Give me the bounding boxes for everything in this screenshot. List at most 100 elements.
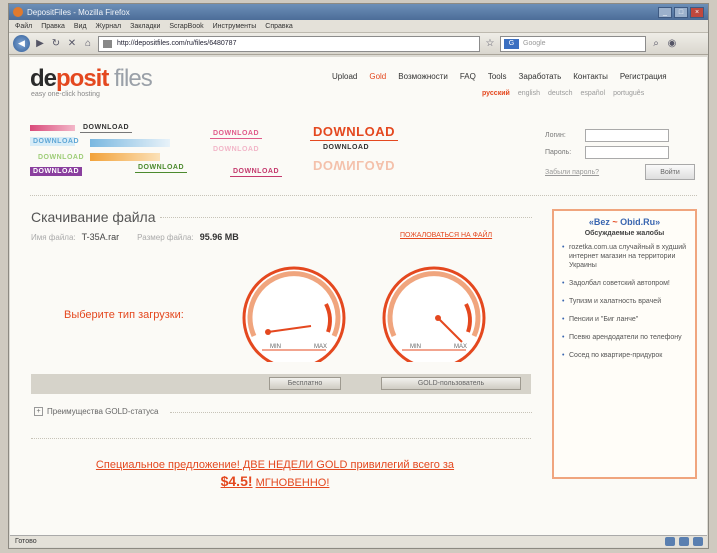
lang-russian[interactable]: русский: [482, 90, 510, 97]
banner-stripe: [90, 139, 170, 147]
download-type-bar: Бесплатно GOLD-пользователь: [31, 374, 531, 394]
nav-contacts[interactable]: Контакты: [573, 72, 608, 81]
gauge-pivot: [265, 329, 271, 335]
free-download-button[interactable]: Бесплатно: [269, 377, 341, 390]
lang-portuguese[interactable]: português: [613, 90, 644, 97]
login-input[interactable]: [585, 129, 669, 142]
sidebar-brand[interactable]: «Bez ~ Obid.Ru»: [561, 217, 688, 227]
banner-word: DOWNLOAD: [30, 167, 82, 176]
complaint-link[interactable]: Тупизм и халатность врачей: [561, 297, 688, 306]
menu-tools[interactable]: Инструменты: [213, 23, 257, 30]
lang-english[interactable]: english: [518, 90, 540, 97]
banner-word: DOWNLOAD: [135, 163, 187, 173]
banner-word: DOWNLOAD: [230, 167, 282, 177]
stop-icon[interactable]: ✕: [66, 38, 78, 49]
site-icon: [103, 39, 112, 48]
gold-advantages-label: Преимущества GOLD-статуса: [47, 407, 159, 416]
maximize-button[interactable]: □: [674, 6, 688, 18]
banner-word-reflection: DOWNLOAD: [313, 158, 395, 173]
search-input[interactable]: G Google: [500, 35, 646, 52]
login-button[interactable]: Войти: [645, 164, 695, 180]
lang-german[interactable]: deutsch: [548, 90, 573, 97]
complaint-link[interactable]: Задолбал советский автопром!: [561, 279, 688, 288]
close-button[interactable]: ×: [690, 6, 704, 18]
depositfiles-logo[interactable]: deposit files: [30, 65, 153, 93]
status-bar: Готово: [10, 535, 707, 547]
complaint-link[interactable]: Пенсии и "Биг ланче": [561, 315, 688, 324]
choose-download-type-label: Выберите тип загрузки:: [64, 309, 184, 321]
gold-advantages-toggle[interactable]: + Преимущества GOLD-статуса: [34, 407, 158, 416]
report-file-link[interactable]: ПОЖАЛОВАТЬСЯ НА ФАЙЛ: [400, 232, 492, 239]
complaint-link[interactable]: Сосед по квартире-придурок: [561, 351, 688, 360]
banner-word: DOWNLOAD: [210, 129, 262, 139]
free-speed-gauge: MIN MAX: [242, 266, 346, 362]
banner-stripe: [90, 153, 160, 161]
gold-download-button[interactable]: GOLD-пользователь: [381, 377, 521, 390]
menu-bar: Файл Правка Вид Журнал Закладки ScrapBoo…: [9, 20, 708, 33]
menu-history[interactable]: Журнал: [96, 23, 122, 30]
banner-word: DOWNLOAD: [38, 154, 84, 161]
page-title: Скачивание файла: [31, 209, 156, 225]
special-offer[interactable]: Специальное предложение! ДВЕ НЕДЕЛИ GOLD…: [40, 457, 510, 491]
gauge-max-label: MAX: [314, 344, 327, 350]
nav-gold[interactable]: Gold: [369, 72, 386, 81]
complaint-link[interactable]: Псевю арендодатели по телефону: [561, 333, 688, 342]
bookmark-star-icon[interactable]: ☆: [484, 38, 496, 49]
reload-icon[interactable]: ↻: [50, 38, 62, 49]
gauge-pivot: [435, 315, 441, 321]
filesize-value: 95.96 MB: [199, 232, 239, 242]
status-icon[interactable]: [693, 537, 703, 546]
nav-register[interactable]: Регистрация: [620, 72, 667, 81]
status-icon[interactable]: [665, 537, 675, 546]
status-text: Готово: [15, 538, 37, 545]
home-icon[interactable]: ⌂: [82, 38, 94, 49]
navigation-toolbar: ◀ ▶ ↻ ✕ ⌂ http://depositfiles.com/ru/fil…: [9, 33, 708, 55]
google-icon: G: [504, 38, 519, 49]
menu-scrapbook[interactable]: ScrapBook: [169, 23, 203, 30]
nav-tools[interactable]: Tools: [488, 72, 507, 81]
file-info: Имя файла: T-35A.rar Размер файла: 95.96…: [31, 232, 239, 242]
menu-edit[interactable]: Правка: [41, 23, 65, 30]
address-bar[interactable]: http://depositfiles.com/ru/files/6480787: [98, 35, 480, 52]
password-input[interactable]: [585, 146, 669, 159]
nav-upload[interactable]: Upload: [332, 72, 357, 81]
offer-text: Специальное предложение! ДВЕ НЕДЕЛИ GOLD…: [95, 459, 455, 471]
language-switcher: русский english deutsch español portuguê…: [482, 90, 644, 97]
banner-word-large: DOWNLOAD: [310, 123, 398, 141]
addon-icon[interactable]: ◉: [666, 38, 678, 49]
nav-earn[interactable]: Заработать: [519, 72, 562, 81]
login-form: Логин: Пароль: Забыли пароль? Войти: [545, 127, 695, 180]
gauge-min-label: MIN: [410, 344, 421, 350]
complaint-link[interactable]: rozetka.com.ua случайный в худший интерн…: [561, 243, 688, 270]
sidebar-subtitle: Обсуждаемые жалобы: [584, 230, 665, 237]
menu-file[interactable]: Файл: [15, 23, 32, 30]
menu-bookmarks[interactable]: Закладки: [130, 23, 160, 30]
divider: [160, 217, 532, 218]
nav-faq[interactable]: FAQ: [460, 72, 476, 81]
nav-features[interactable]: Возможности: [398, 72, 448, 81]
minimize-button[interactable]: _: [658, 6, 672, 18]
filename-value: T-35A.rar: [81, 232, 120, 242]
banner-stripe: [30, 125, 75, 131]
tagline: easy one-click hosting: [31, 91, 100, 98]
menu-view[interactable]: Вид: [74, 23, 87, 30]
logo-part-a: de: [30, 65, 57, 92]
search-go-icon[interactable]: ⌕: [650, 38, 662, 49]
title-bar: DepositFiles - Mozilla Firefox _ □ ×: [9, 4, 708, 20]
forgot-password-link[interactable]: Забыли пароль?: [545, 169, 599, 176]
gauge-max-label: MAX: [454, 344, 467, 350]
login-label: Логин:: [545, 132, 566, 139]
banner-word: DOWNLOAD: [80, 123, 132, 133]
status-icon[interactable]: [679, 537, 689, 546]
expand-plus-icon: +: [34, 407, 43, 416]
browser-window: DepositFiles - Mozilla Firefox _ □ × Фай…: [8, 3, 709, 549]
forward-icon[interactable]: ▶: [34, 38, 46, 49]
brand-part-b: ~: [609, 217, 621, 227]
banner-word: DOWNLOAD: [323, 144, 369, 151]
divider: [31, 438, 531, 439]
lang-spanish[interactable]: español: [581, 90, 606, 97]
complaints-list: rozetka.com.ua случайный в худший интерн…: [561, 243, 688, 360]
back-button[interactable]: ◀: [13, 35, 30, 52]
menu-help[interactable]: Справка: [265, 23, 292, 30]
filename-label: Имя файла:: [31, 233, 76, 242]
